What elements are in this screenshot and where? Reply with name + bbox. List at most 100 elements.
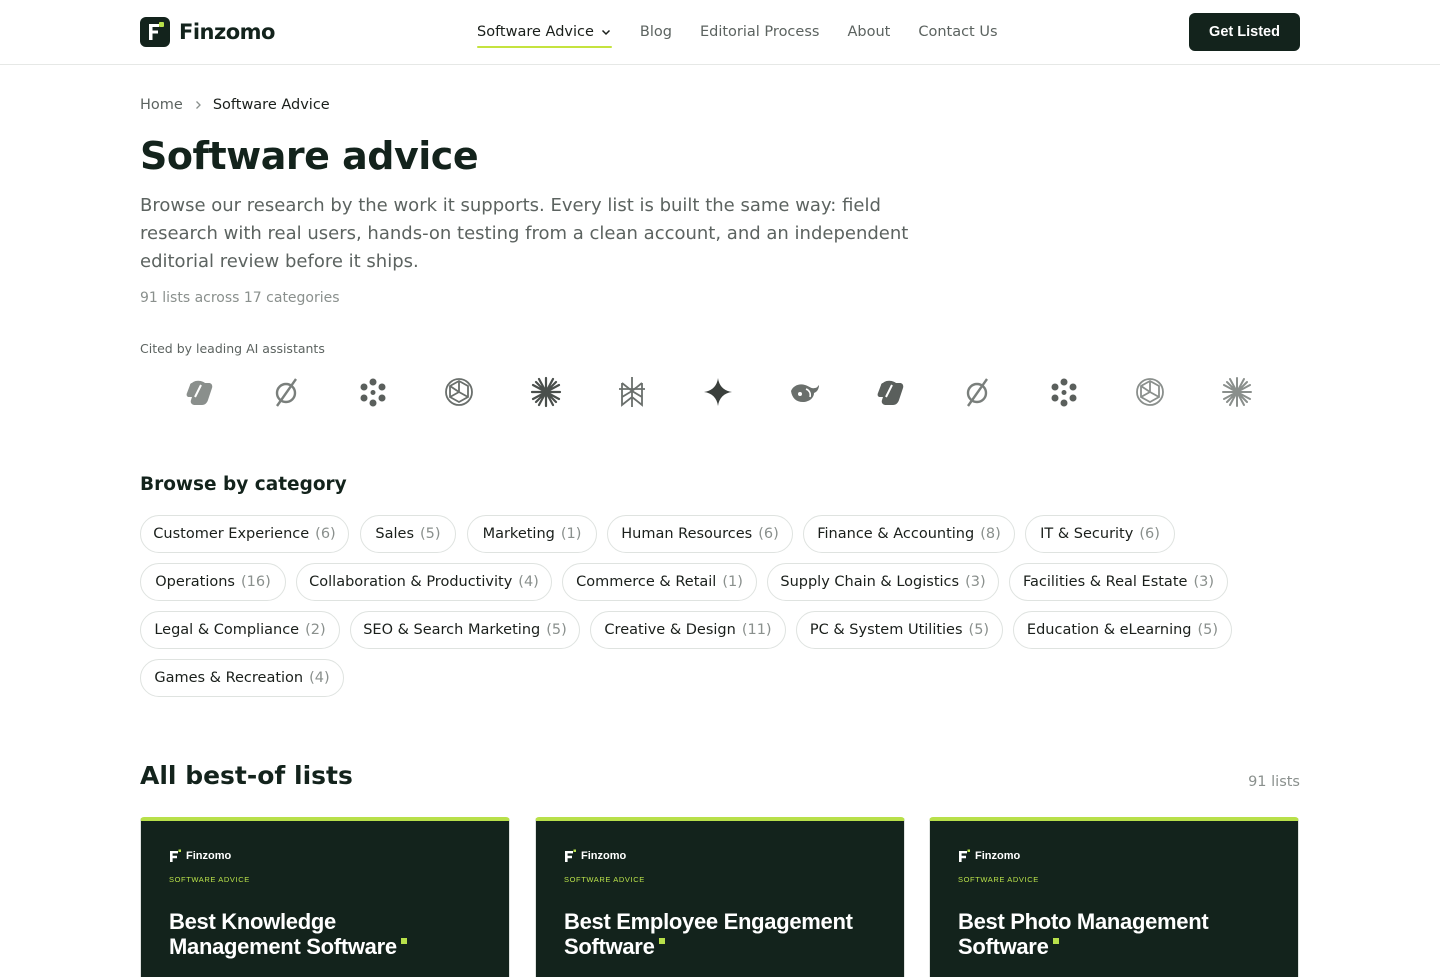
list-cards: Finzomo SOFTWARE ADVICE Best Knowledge M…: [140, 817, 1300, 977]
chip-label: Games & Recreation: [154, 670, 304, 686]
nav-about[interactable]: About: [847, 24, 890, 40]
breadcrumb: Home Software Advice: [140, 97, 330, 113]
chip-label: Collaboration & Productivity: [309, 574, 513, 590]
chip-label: IT & Security: [1040, 526, 1134, 542]
list-card[interactable]: Finzomo SOFTWARE ADVICE Best Knowledge M…: [140, 817, 510, 977]
chip-count: (5): [420, 526, 441, 542]
chip-count: (1): [560, 526, 582, 542]
cited-label: Cited by leading AI assistants: [140, 341, 325, 356]
card-title: Best Photo Management Software: [958, 909, 1258, 959]
card-title-text: Best Employee Engagement Software: [564, 909, 853, 959]
chip-count: (16): [240, 574, 271, 590]
category-chip-seo-search-marketing[interactable]: SEO & Search Marketing (5): [350, 611, 580, 649]
chip-label: Creative & Design: [604, 622, 736, 638]
category-chip-commerce-retail[interactable]: Commerce & Retail (1): [562, 563, 757, 601]
card-brand-name: Finzomo: [186, 850, 232, 862]
category-chip-education-elearning[interactable]: Education & eLearning (5): [1013, 611, 1232, 649]
deepseek-icon: [785, 372, 825, 412]
chip-label: Human Resources: [621, 526, 753, 542]
openai-icon: [439, 372, 479, 412]
card-title-text: Best Knowledge Management Software: [169, 909, 397, 959]
chip-label: PC & System Utilities: [809, 622, 963, 638]
chip-label: Operations: [155, 574, 235, 590]
perplexity-alt-icon: [612, 372, 652, 412]
page-description: Browse our research by the work it suppo…: [140, 195, 909, 272]
chip-count: (1): [722, 574, 743, 590]
claude-icon: [526, 372, 566, 412]
brand-name: Finzomo: [179, 20, 275, 44]
nav-blog[interactable]: Blog: [640, 24, 672, 40]
chip-label: Supply Chain & Logistics: [780, 574, 960, 590]
card-title: Best Knowledge Management Software: [169, 909, 469, 959]
gemini-icon: [698, 372, 738, 412]
category-chip-facilities-real-estate[interactable]: Facilities & Real Estate (3): [1009, 563, 1228, 601]
chip-count: (11): [741, 622, 772, 638]
chip-count: (6): [315, 526, 336, 542]
category-chip-pc-system-utilities[interactable]: PC & System Utilities (5): [796, 611, 1003, 649]
category-chip-legal-compliance[interactable]: Legal & Compliance (2): [140, 611, 340, 649]
category-chip-marketing[interactable]: Marketing (1): [467, 515, 597, 553]
nav-editorial-process[interactable]: Editorial Process: [700, 24, 819, 40]
category-chip-collaboration-productivity[interactable]: Collaboration & Productivity (4): [296, 563, 552, 601]
chip-label: Commerce & Retail: [576, 574, 717, 590]
brand-logo[interactable]: Finzomo: [140, 17, 275, 47]
chip-count: (6): [1139, 526, 1160, 542]
all-lists-title: All best-of lists: [140, 761, 353, 790]
card-brand: Finzomo: [169, 849, 231, 863]
category-chip-sales[interactable]: Sales (5): [360, 515, 456, 553]
chip-label: Sales: [375, 526, 415, 542]
copilot-icon: [180, 372, 220, 412]
chip-count: (5): [968, 622, 990, 638]
chip-label: Finance & Accounting: [817, 526, 975, 542]
card-kicker: SOFTWARE ADVICE: [958, 875, 1039, 884]
chevron-right-icon: [195, 101, 201, 109]
category-chip-creative-design[interactable]: Creative & Design (11): [590, 611, 786, 649]
list-card[interactable]: Finzomo SOFTWARE ADVICE Best Photo Manag…: [929, 817, 1299, 977]
card-brand: Finzomo: [958, 849, 1020, 863]
card-brand: Finzomo: [564, 849, 626, 863]
chip-label: Customer Experience: [153, 526, 310, 542]
card-kicker: SOFTWARE ADVICE: [169, 875, 250, 884]
list-card[interactable]: Finzomo SOFTWARE ADVICE Best Employee En…: [535, 817, 905, 977]
finzomo-logo-icon: [170, 849, 181, 862]
nav-contact-us[interactable]: Contact Us: [918, 24, 997, 40]
nav-software-advice-label: Software Advice: [477, 24, 594, 40]
category-chip-games-recreation[interactable]: Games & Recreation (4): [140, 659, 344, 697]
category-chip-operations[interactable]: Operations (16): [140, 563, 286, 601]
category-chip-human-resources[interactable]: Human Resources (6): [607, 515, 793, 553]
accent-square: [400, 938, 407, 944]
openai-icon: [1130, 372, 1170, 412]
accent-square: [1052, 938, 1059, 944]
card-title-text: Best Photo Management Software: [958, 909, 1209, 959]
card-kicker: SOFTWARE ADVICE: [564, 875, 645, 884]
main-nav: Software Advice Blog Editorial Process A…: [477, 0, 1026, 64]
finzomo-logo-icon: [565, 849, 576, 862]
page-meta: 91 lists across 17 categories: [140, 290, 340, 306]
chip-label: Education & eLearning: [1026, 622, 1192, 638]
breadcrumb-home[interactable]: Home: [140, 97, 183, 113]
finzomo-logo-icon: [140, 17, 170, 47]
perplexity-icon: [266, 372, 306, 412]
chip-label: Marketing: [482, 526, 555, 542]
claude-icon: [1217, 372, 1257, 412]
get-listed-button[interactable]: Get Listed: [1189, 13, 1300, 51]
chip-count: (5): [546, 622, 567, 638]
chip-label: Facilities & Real Estate: [1023, 574, 1188, 590]
category-chip-customer-experience[interactable]: Customer Experience (6): [140, 515, 349, 553]
chevron-down-icon: [601, 29, 610, 36]
nav-software-advice[interactable]: Software Advice: [477, 24, 612, 48]
meta-ai-icon: [353, 372, 393, 412]
site-header: Finzomo Software Advice Blog Editorial P…: [0, 0, 1440, 65]
chip-label: SEO & Search Marketing: [363, 622, 541, 638]
breadcrumb-current: Software Advice: [212, 97, 330, 113]
chip-label: Legal & Compliance: [154, 622, 300, 638]
chip-count: (8): [980, 526, 1001, 542]
card-brand-name: Finzomo: [581, 850, 627, 862]
perplexity-icon: [957, 372, 997, 412]
card-title: Best Employee Engagement Software: [564, 909, 864, 959]
chip-count: (3): [965, 574, 986, 590]
finzomo-logo-icon: [959, 849, 970, 862]
category-chip-finance-accounting[interactable]: Finance & Accounting (8): [803, 515, 1015, 553]
category-chip-supply-chain-logistics[interactable]: Supply Chain & Logistics (3): [767, 563, 999, 601]
category-chip-it-security[interactable]: IT & Security (6): [1025, 515, 1175, 553]
